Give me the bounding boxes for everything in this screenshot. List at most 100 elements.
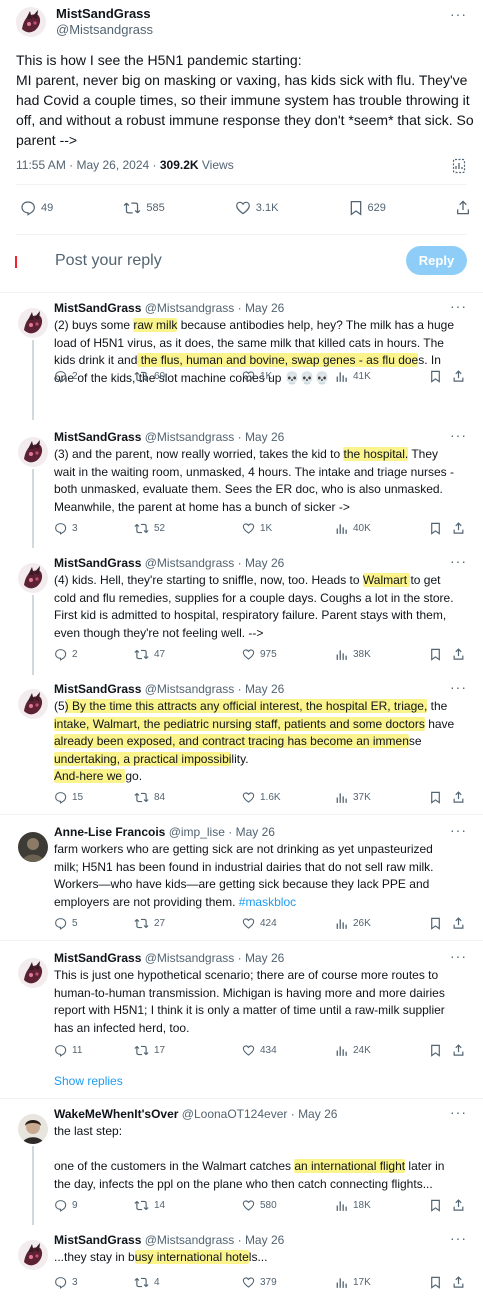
reply-button[interactable]: 3 [54, 522, 78, 535]
author-name[interactable]: MistSandGrass [54, 1233, 141, 1247]
reply-button[interactable]: 49 [20, 200, 53, 216]
author-name[interactable]: WakeMeWhenIt'sOver [54, 1107, 178, 1121]
author-name[interactable]: Anne-Lise Francois [54, 825, 165, 839]
repost-button[interactable]: 585 [123, 200, 165, 216]
more-dots-icon[interactable]: ··· [450, 948, 467, 964]
like-button[interactable]: 1.6K [242, 791, 281, 804]
repost-button[interactable]: 52 [134, 522, 165, 535]
like-button[interactable]: 975 [242, 648, 277, 661]
reply-submit-button[interactable]: Reply [406, 246, 467, 275]
more-dots-icon[interactable]: ··· [450, 298, 467, 314]
more-dots-icon[interactable]: ··· [450, 6, 467, 22]
author-handle[interactable]: @Mistsandgrass [145, 301, 235, 315]
author-handle[interactable]: @Mistsandgrass [145, 682, 235, 696]
avatar[interactable] [18, 563, 48, 593]
bookmark-button[interactable] [430, 522, 441, 535]
bookmark-button[interactable] [430, 648, 441, 661]
share-button[interactable] [453, 370, 464, 383]
share-button[interactable] [456, 200, 470, 216]
avatar[interactable] [18, 437, 48, 467]
views-button[interactable]: 38K [336, 648, 371, 661]
like-button[interactable]: 580 [242, 1199, 277, 1212]
more-dots-icon[interactable]: ··· [450, 822, 467, 838]
share-button[interactable] [453, 522, 464, 535]
repost-button[interactable]: 84 [134, 791, 165, 804]
bookmark-button[interactable] [430, 917, 441, 930]
post-date[interactable]: · May 26 [238, 556, 285, 570]
post-date[interactable]: · May 26 [238, 951, 285, 965]
bookmark-button[interactable] [430, 1199, 441, 1212]
share-button[interactable] [453, 917, 464, 930]
like-button[interactable]: 379 [242, 1276, 277, 1289]
author-name[interactable]: MistSandGrass [56, 6, 153, 22]
show-replies-link[interactable]: Show replies [54, 1074, 123, 1088]
reply-button[interactable]: 2 [54, 648, 78, 661]
reply-button[interactable]: 2 [54, 370, 78, 383]
author-name[interactable]: MistSandGrass [54, 301, 141, 315]
timestamp[interactable]: 11:55 AM · May 26, 2024 · [16, 158, 160, 172]
reply-button[interactable]: 3 [54, 1276, 78, 1289]
reply-button[interactable]: 11 [54, 1044, 82, 1057]
author-handle[interactable]: @imp_lise [169, 825, 225, 839]
reply-button[interactable]: 15 [54, 791, 83, 804]
author-name[interactable]: MistSandGrass [54, 556, 141, 570]
analytics-icon[interactable] [452, 158, 466, 179]
author-name[interactable]: MistSandGrass [54, 951, 141, 965]
post-date[interactable]: · May 26 [238, 430, 285, 444]
author-handle[interactable]: @Mistsandgrass [145, 1233, 235, 1247]
views-button[interactable]: 37K [336, 791, 371, 804]
avatar[interactable] [18, 1240, 48, 1270]
views-button[interactable]: 18K [336, 1199, 371, 1212]
more-dots-icon[interactable]: ··· [450, 1230, 467, 1246]
post-date[interactable]: · May 26 [291, 1107, 338, 1121]
share-button[interactable] [453, 1199, 464, 1212]
reply-input[interactable]: Post your reply [55, 252, 162, 270]
like-button[interactable]: 434 [242, 1044, 277, 1057]
more-dots-icon[interactable]: ··· [450, 1104, 467, 1120]
post-date[interactable]: · May 26 [228, 825, 275, 839]
views-button[interactable]: 17K [336, 1276, 371, 1289]
more-dots-icon[interactable]: ··· [450, 553, 467, 569]
post-date[interactable]: · May 26 [238, 1233, 285, 1247]
avatar[interactable] [18, 1114, 48, 1144]
hashtag-link[interactable]: #maskbloc [239, 895, 296, 909]
repost-button[interactable]: 17 [134, 1044, 165, 1057]
repost-button[interactable]: 27 [134, 917, 165, 930]
views-button[interactable]: 40K [336, 522, 371, 535]
bookmark-button[interactable] [430, 1044, 441, 1057]
like-button[interactable]: 3.1K [235, 200, 278, 216]
more-dots-icon[interactable]: ··· [450, 679, 467, 695]
views-button[interactable]: 24K [336, 1044, 371, 1057]
author-handle[interactable]: @Mistsandgrass [145, 430, 235, 444]
bookmark-button[interactable] [430, 791, 441, 804]
avatar[interactable] [18, 308, 48, 338]
avatar[interactable] [16, 7, 46, 37]
more-dots-icon[interactable]: ··· [450, 427, 467, 443]
author-handle[interactable]: @LoonaOT124ever [182, 1107, 288, 1121]
avatar[interactable] [18, 958, 48, 988]
share-button[interactable] [453, 1044, 464, 1057]
share-button[interactable] [453, 791, 464, 804]
repost-button[interactable]: 14 [134, 1199, 165, 1212]
bookmark-button[interactable] [430, 370, 441, 383]
avatar[interactable] [18, 832, 48, 862]
views-button[interactable]: 41K [336, 370, 371, 383]
like-button[interactable]: 424 [242, 917, 277, 930]
avatar[interactable] [18, 689, 48, 719]
author-handle[interactable]: @Mistsandgrass [56, 22, 153, 38]
post-date[interactable]: · May 26 [238, 682, 285, 696]
reply-button[interactable]: 5 [54, 917, 78, 930]
reply-button[interactable]: 9 [54, 1199, 78, 1212]
share-button[interactable] [453, 1276, 464, 1289]
bookmark-button[interactable]: 629 [349, 200, 386, 216]
author-name[interactable]: MistSandGrass [54, 430, 141, 444]
repost-button[interactable]: 47 [134, 648, 165, 661]
author-handle[interactable]: @Mistsandgrass [145, 951, 235, 965]
repost-button[interactable]: 60 [134, 370, 165, 383]
share-button[interactable] [453, 648, 464, 661]
views-button[interactable]: 26K [336, 917, 371, 930]
like-button[interactable]: 1K [242, 370, 272, 383]
post-date[interactable]: · May 26 [238, 301, 285, 315]
author-name[interactable]: MistSandGrass [54, 682, 141, 696]
author-handle[interactable]: @Mistsandgrass [145, 556, 235, 570]
